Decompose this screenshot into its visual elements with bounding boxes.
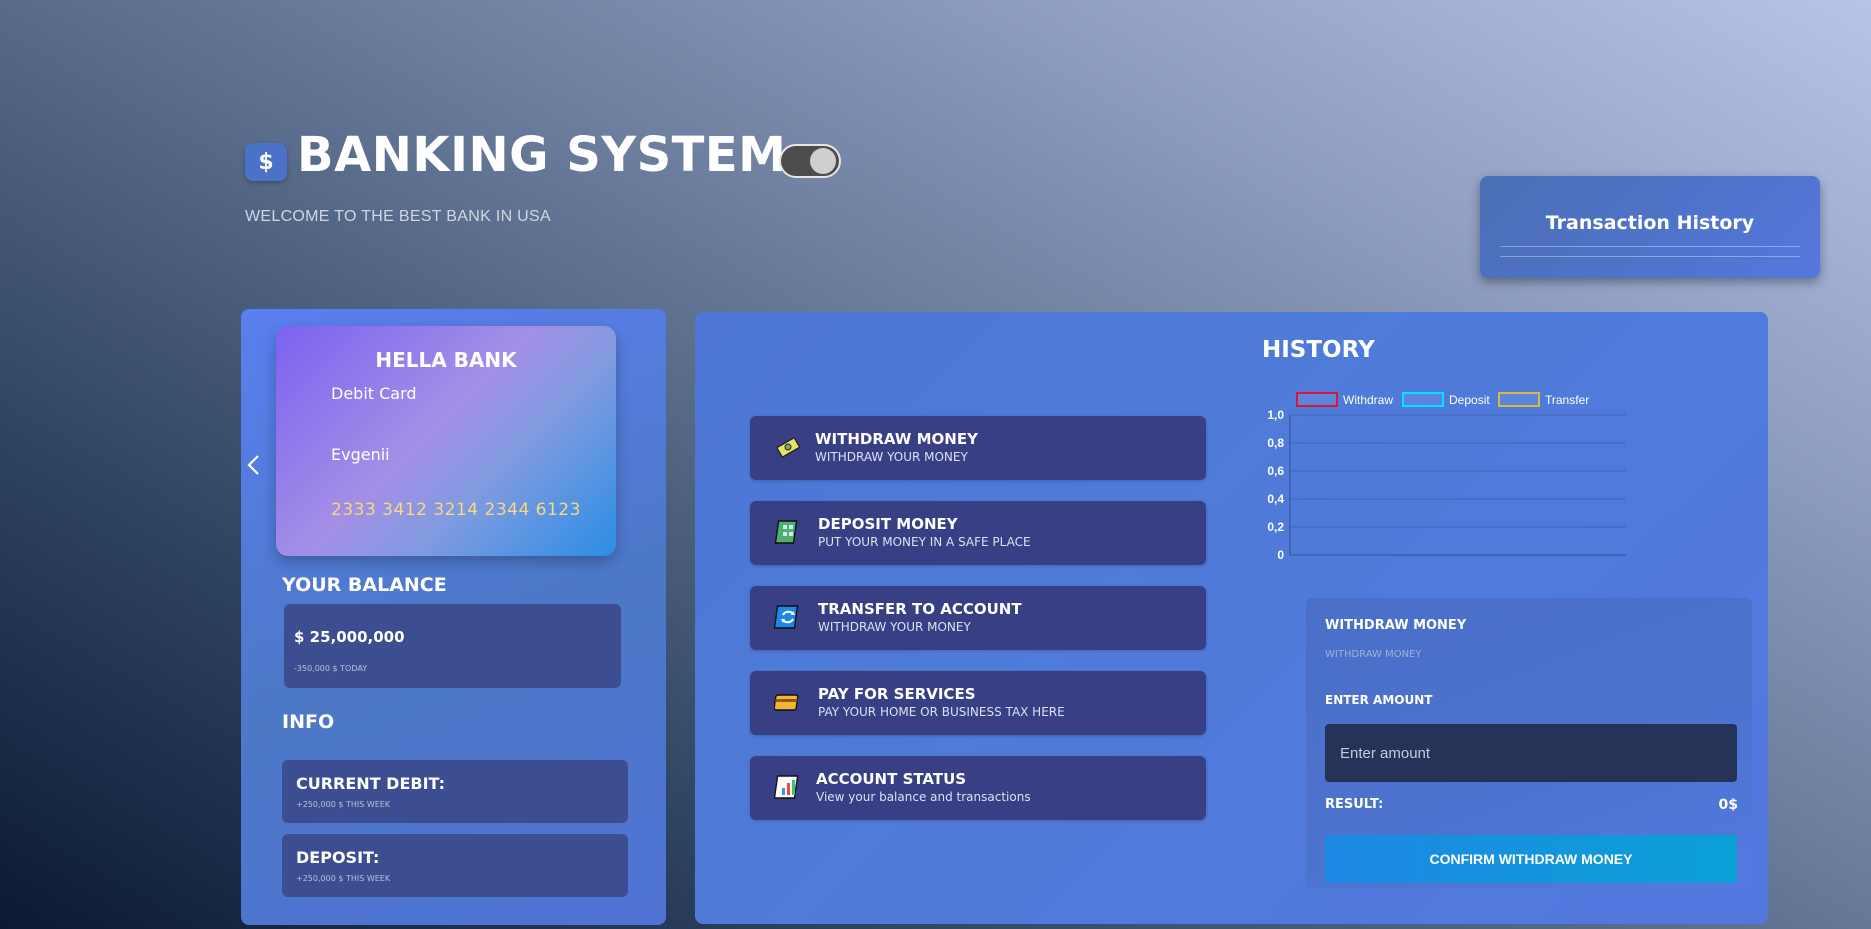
- card-type: Debit Card: [331, 384, 417, 403]
- form-title: WITHDRAW MONEY: [1325, 618, 1467, 633]
- withdraw-money-button[interactable]: WITHDRAW MONEY WITHDRAW YOUR MONEY: [750, 416, 1206, 480]
- y-tick-label: 0,6: [1267, 464, 1284, 478]
- y-tick-label: 1,0: [1267, 408, 1284, 422]
- balance-change: -350,000 $ TODAY: [294, 664, 368, 673]
- withdraw-form: WITHDRAW MONEY WITHDRAW MONEY ENTER AMOU…: [1306, 598, 1752, 888]
- form-subtitle: WITHDRAW MONEY: [1325, 649, 1422, 660]
- info-sub: +250,000 $ THIS WEEK: [296, 800, 391, 809]
- transaction-history-title: Transaction History: [1545, 212, 1755, 234]
- action-title: WITHDRAW MONEY: [815, 430, 978, 448]
- info-label: CURRENT DEBIT:: [296, 774, 445, 793]
- transaction-history-button[interactable]: Transaction History: [1480, 176, 1820, 278]
- app-title: BANKING SYSTEM: [297, 127, 787, 183]
- action-title: ACCOUNT STATUS: [816, 770, 967, 788]
- bank-building-icon: [774, 518, 802, 546]
- y-tick-label: 0,4: [1267, 492, 1284, 506]
- action-title: DEPOSIT MONEY: [818, 515, 958, 533]
- action-title: TRANSFER TO ACCOUNT: [818, 600, 1022, 618]
- theme-toggle[interactable]: [779, 144, 841, 178]
- credit-card-icon: [774, 688, 802, 716]
- chevron-left-icon[interactable]: [244, 452, 264, 478]
- legend-label[interactable]: Withdraw: [1343, 393, 1393, 407]
- legend-swatch-withdraw[interactable]: [1296, 392, 1338, 407]
- debit-card[interactable]: HELLA BANK Debit Card Evgenii 2333 3412 …: [276, 326, 616, 556]
- toggle-knob[interactable]: [810, 148, 836, 174]
- result-label: RESULT:: [1325, 797, 1384, 812]
- dollar-logo-icon: $: [245, 143, 287, 181]
- action-subtitle: PUT YOUR MONEY IN A SAFE PLACE: [818, 535, 1031, 549]
- legend-label[interactable]: Deposit: [1449, 393, 1490, 407]
- balance-title: YOUR BALANCE: [282, 574, 447, 596]
- account-status-button[interactable]: ACCOUNT STATUS View your balance and tra…: [750, 756, 1206, 820]
- amount-input[interactable]: [1325, 724, 1737, 782]
- divider: [1500, 256, 1800, 257]
- y-tick-label: 0,2: [1267, 520, 1284, 534]
- info-title: INFO: [282, 711, 335, 733]
- amount-label: ENTER AMOUNT: [1325, 693, 1433, 707]
- balance-box: $ 25,000,000 -350,000 $ TODAY: [284, 604, 621, 688]
- history-chart: Withdraw Deposit Transfer 0 0,2 0,4 0,6 0,8 1,0: [1267, 392, 1626, 562]
- info-sub: +250,000 $ THIS WEEK: [296, 874, 391, 883]
- action-subtitle: WITHDRAW YOUR MONEY: [818, 620, 971, 634]
- legend-label[interactable]: Transfer: [1545, 393, 1589, 407]
- balance-amount: $ 25,000,000: [294, 628, 405, 646]
- info-item-deposit: DEPOSIT: +250,000 $ THIS WEEK: [282, 834, 628, 897]
- legend-swatch-transfer[interactable]: [1498, 392, 1540, 407]
- card-number: 2333 3412 3214 2344 6123: [331, 500, 581, 520]
- result-value: 0$: [1718, 797, 1738, 813]
- confirm-withdraw-button[interactable]: CONFIRM WITHDRAW MONEY: [1325, 835, 1737, 883]
- y-tick-label: 0,8: [1267, 436, 1284, 450]
- y-tick-label: 0: [1277, 548, 1284, 562]
- card-bank-name: HELLA BANK: [375, 348, 517, 372]
- money-icon: [774, 433, 802, 461]
- deposit-money-button[interactable]: DEPOSIT MONEY PUT YOUR MONEY IN A SAFE P…: [750, 501, 1206, 565]
- chart-icon: [774, 773, 802, 801]
- transfer-account-button[interactable]: TRANSFER TO ACCOUNT WITHDRAW YOUR MONEY: [750, 586, 1206, 650]
- action-title: PAY FOR SERVICES: [818, 685, 976, 703]
- pay-services-button[interactable]: PAY FOR SERVICES PAY YOUR HOME OR BUSINE…: [750, 671, 1206, 735]
- action-subtitle: View your balance and transactions: [816, 790, 1031, 804]
- action-subtitle: PAY YOUR HOME OR BUSINESS TAX HERE: [818, 705, 1065, 719]
- history-title: HISTORY: [1262, 337, 1375, 363]
- action-subtitle: WITHDRAW YOUR MONEY: [815, 450, 968, 464]
- info-label: DEPOSIT:: [296, 848, 380, 867]
- info-item-current-debit: CURRENT DEBIT: +250,000 $ THIS WEEK: [282, 760, 628, 823]
- divider: [1500, 246, 1800, 247]
- card-holder: Evgenii: [331, 445, 390, 464]
- app-subtitle: WELCOME TO THE BEST BANK IN USA: [245, 208, 551, 225]
- transfer-icon: [774, 603, 802, 631]
- legend-swatch-deposit[interactable]: [1402, 392, 1444, 407]
